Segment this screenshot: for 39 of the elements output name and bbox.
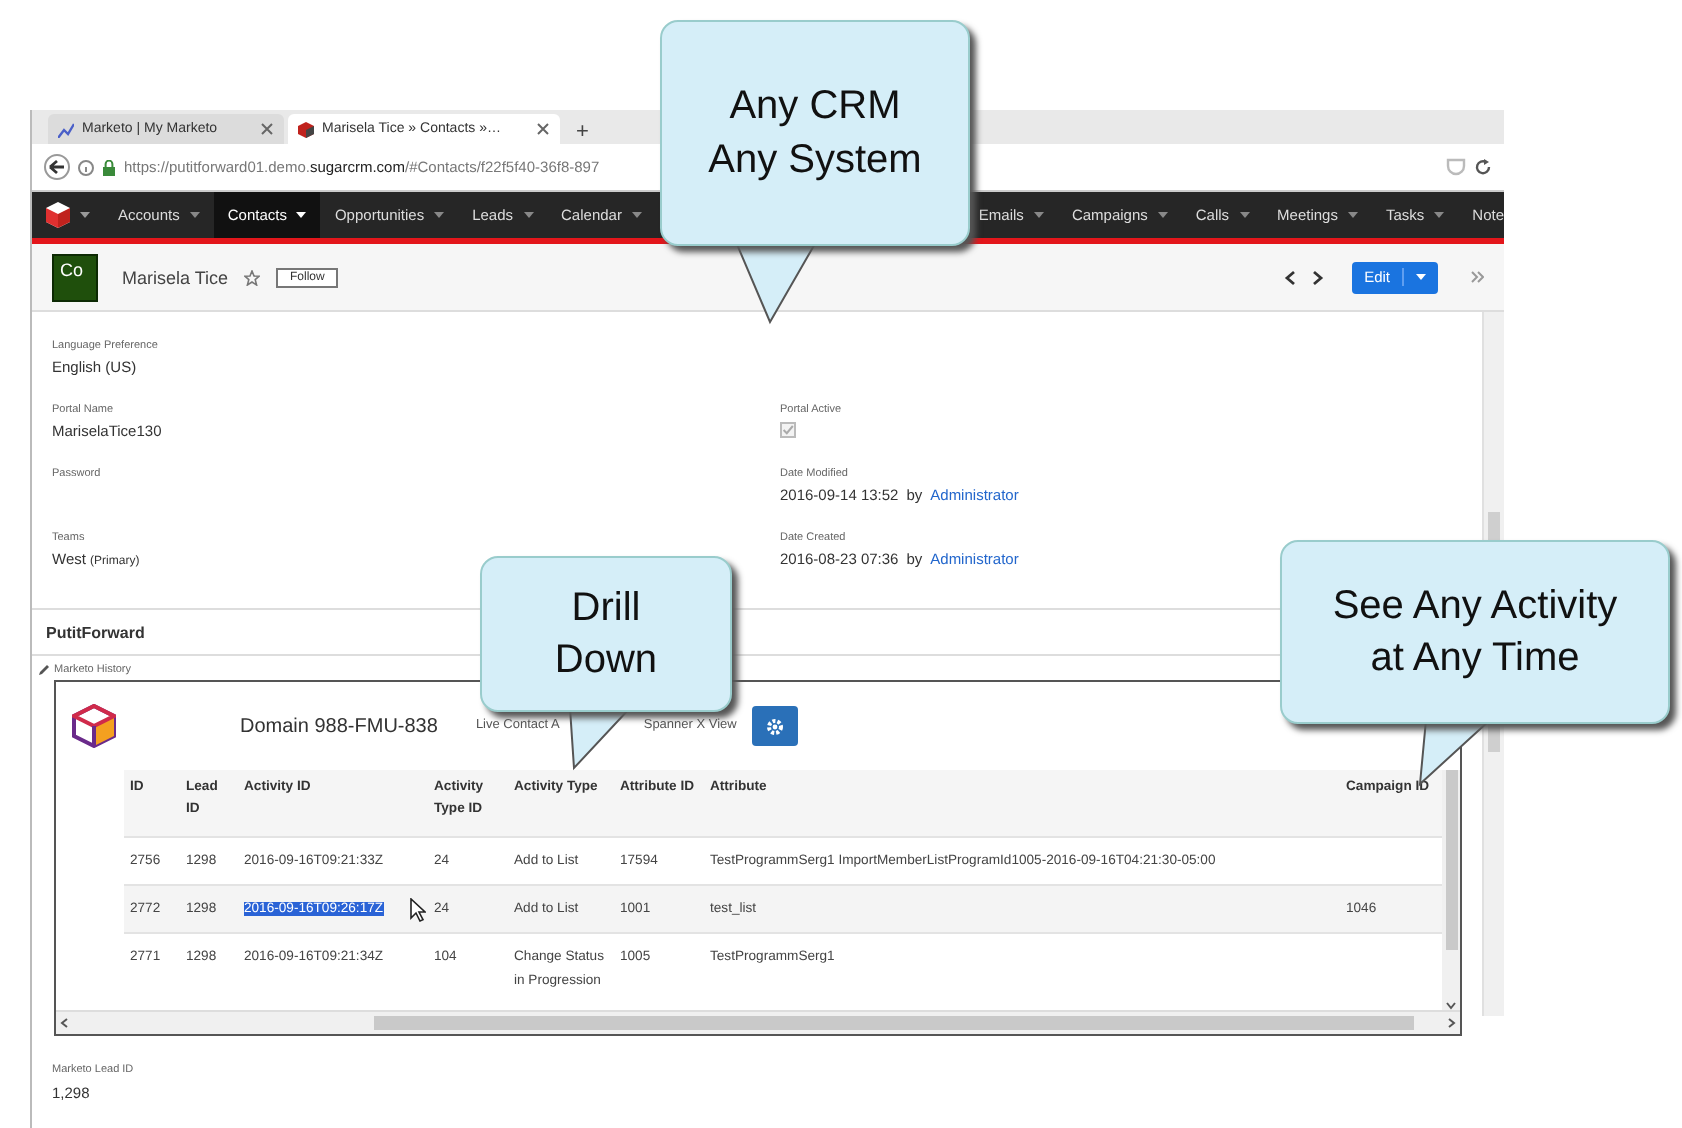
- caret-icon: [434, 212, 445, 218]
- close-icon[interactable]: [260, 122, 274, 136]
- double-chevron-icon[interactable]: [1470, 270, 1484, 284]
- scroll-down-icon[interactable]: [1446, 1002, 1456, 1010]
- settings-button[interactable]: [752, 706, 799, 746]
- caret-icon: [1239, 212, 1250, 218]
- avatar-badge: Co: [52, 253, 98, 301]
- record-name: Marisela Tice: [122, 267, 229, 287]
- cube-icon: [298, 121, 314, 137]
- caret-icon: [1033, 212, 1044, 218]
- lock-icon: [102, 159, 116, 175]
- info-icon: [78, 159, 94, 175]
- caret-icon: [189, 212, 200, 218]
- chevron-right-icon[interactable]: [1312, 269, 1325, 285]
- back-icon[interactable]: [44, 154, 70, 180]
- callout: See Any Activity at Any Time: [1280, 540, 1670, 724]
- cube-icon[interactable]: [46, 202, 70, 228]
- reload-icon[interactable]: [1474, 158, 1492, 176]
- caret-icon: [523, 212, 534, 218]
- scroll-left-icon[interactable]: [60, 1018, 68, 1028]
- caret-icon: [80, 212, 90, 218]
- caret-icon: [1416, 274, 1426, 280]
- caret-icon: [296, 212, 307, 218]
- gear-icon: [766, 717, 785, 735]
- caret-icon: [1434, 212, 1445, 218]
- pencil-icon[interactable]: [38, 664, 50, 676]
- star-icon[interactable]: [244, 269, 261, 285]
- callout: Any CRM Any System: [660, 20, 970, 246]
- caret-icon: [1347, 212, 1358, 218]
- chart-icon: [58, 121, 74, 137]
- close-icon[interactable]: [536, 122, 550, 136]
- new-tab-button[interactable]: +: [564, 120, 601, 144]
- cube-logo-icon: [72, 704, 116, 748]
- caret-icon: [631, 212, 642, 218]
- caret-icon: [1157, 212, 1168, 218]
- callout: Drill Down: [480, 556, 732, 712]
- scroll-right-icon[interactable]: [1448, 1018, 1456, 1028]
- chevron-left-icon[interactable]: [1284, 269, 1297, 285]
- domain-title: Domain 988-FMU-838: [240, 715, 438, 737]
